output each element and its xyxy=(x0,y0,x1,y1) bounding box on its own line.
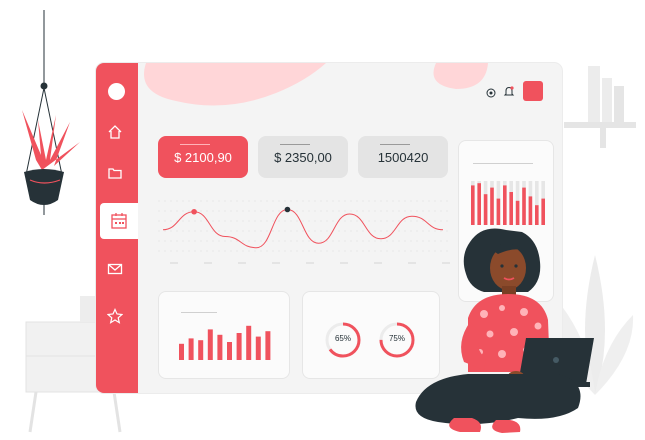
header-blob xyxy=(144,63,488,106)
stat-value: $ 2100,90 xyxy=(174,149,232,165)
background-shelf xyxy=(560,60,640,150)
panel-rule xyxy=(473,163,533,164)
panel-rule xyxy=(181,312,217,313)
donut-1: 65% xyxy=(323,320,363,360)
bar xyxy=(265,331,271,360)
sidebar xyxy=(96,63,138,393)
bar xyxy=(509,192,513,225)
bar xyxy=(255,336,261,360)
stat-card-income[interactable]: $ 2350,00 xyxy=(258,136,348,178)
bar xyxy=(471,185,475,225)
star-icon[interactable] xyxy=(105,306,125,326)
bar xyxy=(490,187,494,225)
woman-illustration xyxy=(398,222,610,434)
mail-icon[interactable] xyxy=(105,259,125,279)
bar xyxy=(477,183,481,225)
bar xyxy=(528,196,533,225)
stat-value: 1500420 xyxy=(377,149,429,165)
bar xyxy=(236,333,242,360)
home-icon[interactable] xyxy=(105,122,125,142)
bar xyxy=(227,342,232,360)
bar-chart-panel xyxy=(158,291,290,379)
profile-square[interactable] xyxy=(523,81,543,101)
bar xyxy=(217,334,223,360)
bar xyxy=(503,185,507,225)
settings-icon[interactable] xyxy=(485,86,497,98)
bar-chart xyxy=(179,325,271,360)
bar xyxy=(207,329,213,360)
peak-point xyxy=(191,208,197,215)
hanging-plant xyxy=(8,10,88,220)
folder-icon[interactable] xyxy=(105,163,125,183)
bar xyxy=(179,343,184,360)
stat-card-count[interactable]: 1500420 xyxy=(358,136,448,178)
sidebar-item-calendar[interactable] xyxy=(100,203,138,239)
avatar[interactable] xyxy=(108,83,125,100)
bar xyxy=(198,340,204,360)
stat-card-balance[interactable]: $ 2100,90 xyxy=(158,136,248,178)
bar xyxy=(246,325,252,360)
bell-icon[interactable] xyxy=(503,85,515,98)
bar xyxy=(522,187,526,225)
stat-value: $ 2350,00 xyxy=(274,149,332,165)
bar xyxy=(188,338,194,360)
calendar-icon xyxy=(111,213,127,229)
low-point xyxy=(284,206,291,213)
bar xyxy=(483,194,488,225)
donut-label: 65% xyxy=(334,334,351,343)
